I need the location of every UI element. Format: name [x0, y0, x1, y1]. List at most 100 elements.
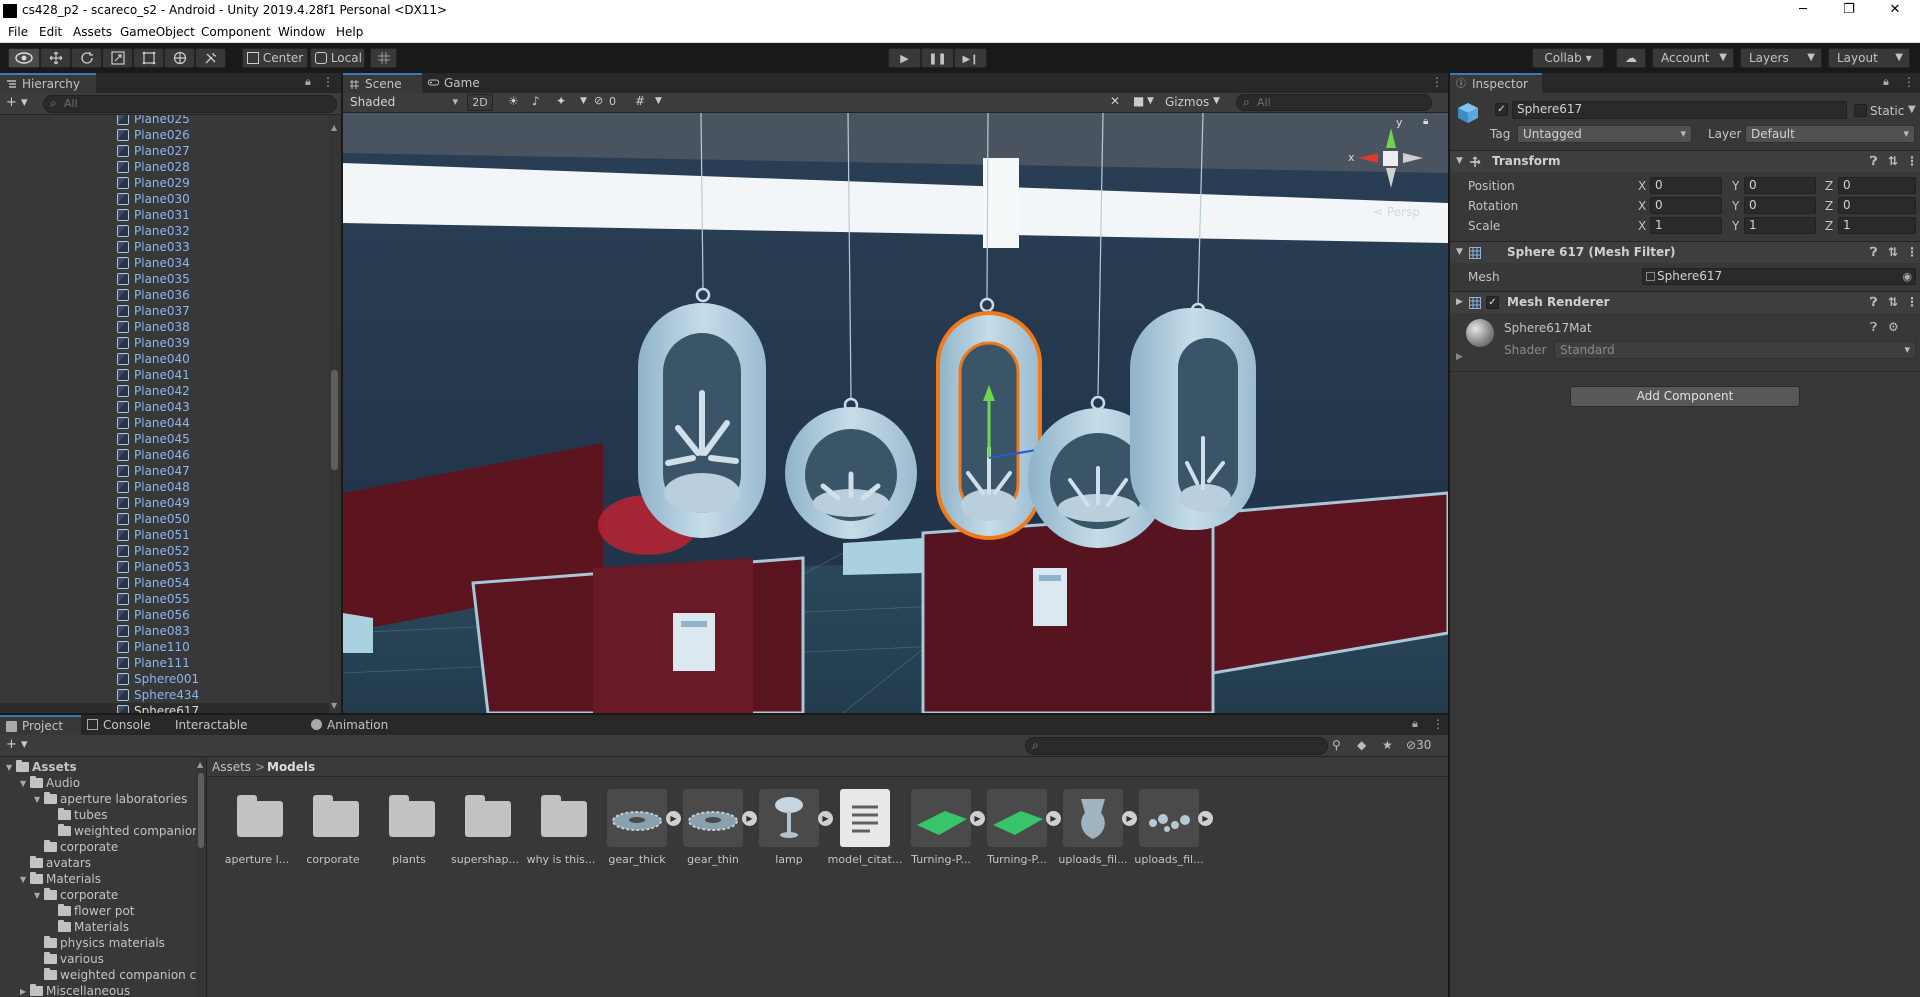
hierarchy-item[interactable]: Sphere617 [0, 703, 330, 713]
preset-icon[interactable]: ⇅ [1888, 292, 1898, 313]
hidden-objects-icon[interactable]: ⊘ [594, 94, 603, 107]
lock-icon[interactable]: 🔒︎ [1883, 75, 1889, 89]
hierarchy-item[interactable]: Plane031 [0, 207, 330, 223]
hierarchy-item[interactable]: Plane052 [0, 543, 330, 559]
account-dropdown[interactable]: Account ▼ [1652, 48, 1734, 68]
camera-icon[interactable]: ■ [1133, 94, 1144, 108]
create-asset-button[interactable]: + ▾ [6, 737, 28, 752]
menu-edit[interactable]: Edit [39, 25, 62, 39]
tab-project[interactable]: Project [0, 715, 81, 735]
grid-toggle-icon[interactable]: # [635, 94, 645, 108]
project-tree-item[interactable]: ▼ Audio [20, 775, 80, 791]
hierarchy-item[interactable]: Plane047 [0, 463, 330, 479]
hierarchy-item[interactable]: Plane056 [0, 607, 330, 623]
tab-console[interactable]: Console [81, 715, 159, 735]
hierarchy-item[interactable]: Sphere434 [0, 687, 330, 703]
hierarchy-item[interactable]: Plane083 [0, 623, 330, 639]
asset-item[interactable]: ▶ uploads_fil... [1134, 789, 1213, 869]
play-button[interactable]: ▶ [888, 48, 921, 68]
hierarchy-search-input[interactable]: All [43, 95, 337, 113]
asset-item[interactable]: supershap... [451, 789, 519, 869]
help-icon[interactable]: ❓︎ [1870, 292, 1877, 313]
mesh-filter-header[interactable]: ▼ Sphere 617 (Mesh Filter) ❓︎ ⇅ ⋮ [1450, 241, 1920, 263]
cloud-button[interactable]: ☁ [1616, 48, 1646, 68]
camera-dropdown-icon[interactable]: ▼ [1147, 96, 1154, 106]
scene-search-input[interactable]: All [1236, 94, 1432, 111]
rotation-y-field[interactable]: 0 [1744, 197, 1816, 214]
tree-expand-icon[interactable]: ▶ [20, 984, 30, 997]
project-tree-item[interactable]: flower pot [48, 903, 135, 919]
position-z-field[interactable]: 0 [1838, 177, 1916, 194]
menu-assets[interactable]: Assets [73, 25, 112, 39]
hierarchy-item[interactable]: Plane038 [0, 319, 330, 335]
asset-item[interactable]: ▶ Turning-P... [908, 789, 985, 869]
hierarchy-item[interactable]: Plane041 [0, 367, 330, 383]
tree-expand-icon[interactable]: ▼ [6, 760, 16, 776]
hierarchy-item[interactable]: Plane053 [0, 559, 330, 575]
expand-asset-icon[interactable]: ▶ [1122, 811, 1137, 826]
hierarchy-item[interactable]: Plane042 [0, 383, 330, 399]
custom-tool-button[interactable] [195, 48, 226, 68]
create-button[interactable]: + ▾ [6, 95, 28, 110]
lock-icon[interactable]: 🔒︎ [1412, 717, 1418, 731]
layers-dropdown[interactable]: Layers ▼ [1740, 48, 1822, 68]
kebab-menu-icon[interactable]: ⋮ [1431, 75, 1443, 89]
project-tree-item[interactable]: ▼ aperture laboratories [34, 791, 187, 807]
hierarchy-item[interactable]: Plane036 [0, 287, 330, 303]
component-menu-icon[interactable]: ⋮ [1906, 242, 1918, 263]
effects-icon[interactable]: ✦ [556, 94, 566, 108]
search-by-label-icon[interactable]: ◆ [1357, 738, 1366, 752]
rect-tool-button[interactable] [133, 48, 164, 68]
add-component-button[interactable]: Add Component [1570, 386, 1800, 407]
hierarchy-item[interactable]: Plane039 [0, 335, 330, 351]
tab-inspector[interactable]: ⓘ Inspector [1450, 73, 1542, 93]
scroll-up-icon[interactable]: ▲ [197, 760, 203, 769]
active-checkbox[interactable]: ✓ [1495, 103, 1508, 116]
persp-toggle[interactable]: ⋖ Persp [1373, 205, 1420, 219]
breadcrumb-models[interactable]: Models [267, 760, 315, 774]
effects-dropdown-icon[interactable]: ▼ [580, 96, 587, 106]
mesh-renderer-header[interactable]: ▶ ✓ Mesh Renderer ❓︎ ⇅ ⋮ [1450, 291, 1920, 313]
lock-icon[interactable]: 🔒︎ [305, 75, 311, 89]
asset-item[interactable]: ▶ gear_thin [680, 789, 757, 869]
asset-item[interactable]: ▶ gear_thick [604, 789, 681, 869]
help-icon[interactable]: ❓︎ [1870, 320, 1877, 335]
hierarchy-item[interactable]: Plane055 [0, 591, 330, 607]
asset-item[interactable]: corporate [300, 789, 366, 869]
hierarchy-item[interactable]: Plane044 [0, 415, 330, 431]
project-tree-item[interactable]: tubes [48, 807, 108, 823]
preset-icon[interactable]: ⇅ [1888, 151, 1898, 172]
pivot-local-button[interactable]: Local [310, 48, 365, 68]
close-window-button[interactable]: ✕ [1872, 0, 1918, 22]
kebab-menu-icon[interactable]: ⋮ [1903, 75, 1915, 89]
tab-interactable-creator[interactable]: Interactable Creator [159, 715, 299, 752]
project-tree-item[interactable]: ▼ corporate [34, 887, 118, 903]
scale-tool-button[interactable] [102, 48, 133, 68]
preset-icon[interactable]: ⇅ [1888, 242, 1898, 263]
project-tree-scrollbar[interactable]: ▲ [196, 757, 206, 997]
grid-dropdown-icon[interactable]: ▼ [655, 96, 662, 106]
hierarchy-item[interactable]: Plane051 [0, 527, 330, 543]
hierarchy-item[interactable]: Plane040 [0, 351, 330, 367]
search-by-type-icon[interactable]: ⚲ [1332, 738, 1341, 752]
expand-asset-icon[interactable]: ▶ [666, 811, 681, 826]
hierarchy-item[interactable]: Plane049 [0, 495, 330, 511]
project-tree-item[interactable]: weighted companion cu [34, 967, 196, 983]
static-checkbox[interactable] [1854, 104, 1867, 117]
menu-gameobject[interactable]: GameObject [120, 25, 195, 39]
hierarchy-item[interactable]: Plane037 [0, 303, 330, 319]
hierarchy-item[interactable]: Plane035 [0, 271, 330, 287]
tab-scene[interactable]: Scene [343, 73, 422, 93]
project-tree-item[interactable]: various [34, 951, 104, 967]
hierarchy-item[interactable]: Plane025 [0, 115, 330, 127]
scale-z-field[interactable]: 1 [1838, 217, 1916, 234]
rotate-tool-button[interactable] [71, 48, 102, 68]
tree-expand-icon[interactable]: ▼ [20, 776, 30, 792]
project-tree-item[interactable]: ▶ Miscellaneous [20, 983, 130, 997]
expand-arrow-icon[interactable]: ▼ [1456, 151, 1463, 172]
asset-item[interactable]: ▶ Turning-P... [984, 789, 1061, 869]
project-tree-item[interactable]: ▼ Materials [20, 871, 101, 887]
tree-expand-icon[interactable]: ▼ [20, 872, 30, 888]
asset-item[interactable]: aperture l... [224, 789, 290, 869]
audio-icon[interactable]: ♪ [532, 94, 540, 108]
